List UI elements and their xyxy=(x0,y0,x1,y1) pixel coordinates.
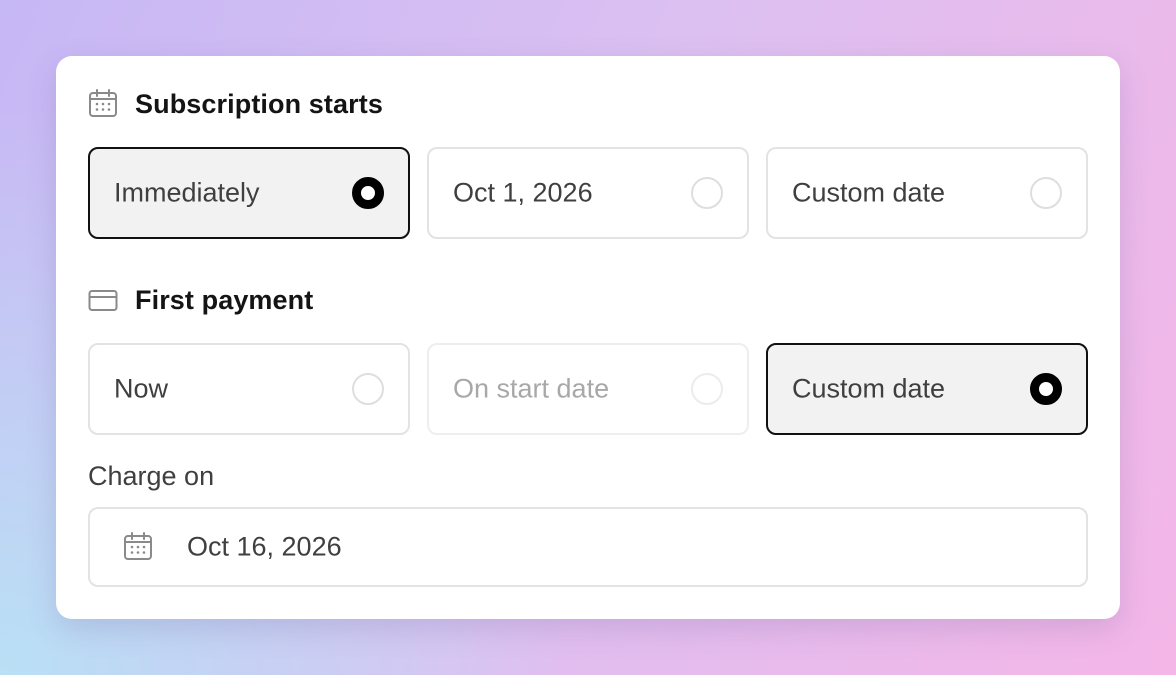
radio-disabled-icon xyxy=(691,373,723,405)
option-label: Custom date xyxy=(792,373,946,404)
radio-selected-icon[interactable] xyxy=(1030,373,1062,405)
option-label: Oct 1, 2026 xyxy=(453,177,593,208)
option-label: On start date xyxy=(453,373,610,404)
calendar-icon xyxy=(88,89,118,119)
calendar-icon xyxy=(123,532,153,562)
credit-card-icon xyxy=(88,285,118,315)
first-payment-header: First payment xyxy=(88,282,313,318)
subscription-start-options: Immediately Oct 1, 2026 Custom date xyxy=(88,147,1088,239)
payment-option-on-start-date: On start date xyxy=(427,343,749,435)
first-payment-options: Now On start date Custom date xyxy=(88,343,1088,435)
radio-empty-icon[interactable] xyxy=(1030,177,1062,209)
payment-option-custom-date[interactable]: Custom date xyxy=(766,343,1088,435)
option-label: Now xyxy=(114,373,169,404)
charge-date-input[interactable]: Oct 16, 2026 xyxy=(88,507,1088,587)
subscription-starts-title: Subscription starts xyxy=(135,88,383,119)
start-option-oct-1[interactable]: Oct 1, 2026 xyxy=(427,147,749,239)
option-label: Custom date xyxy=(792,177,946,208)
first-payment-title: First payment xyxy=(135,284,314,315)
start-option-immediately[interactable]: Immediately xyxy=(88,147,410,239)
subscription-settings-card: Subscription starts Immediately Oct 1, 2… xyxy=(56,56,1120,619)
radio-selected-icon[interactable] xyxy=(352,177,384,209)
subscription-starts-header: Subscription starts xyxy=(88,86,383,122)
charge-date-value[interactable]: Oct 16, 2026 xyxy=(187,532,342,563)
radio-empty-icon[interactable] xyxy=(352,373,384,405)
charge-on-label: Charge on xyxy=(88,461,215,491)
payment-option-now[interactable]: Now xyxy=(88,343,410,435)
option-label: Immediately xyxy=(114,177,260,208)
start-option-custom-date[interactable]: Custom date xyxy=(766,147,1088,239)
radio-empty-icon[interactable] xyxy=(691,177,723,209)
